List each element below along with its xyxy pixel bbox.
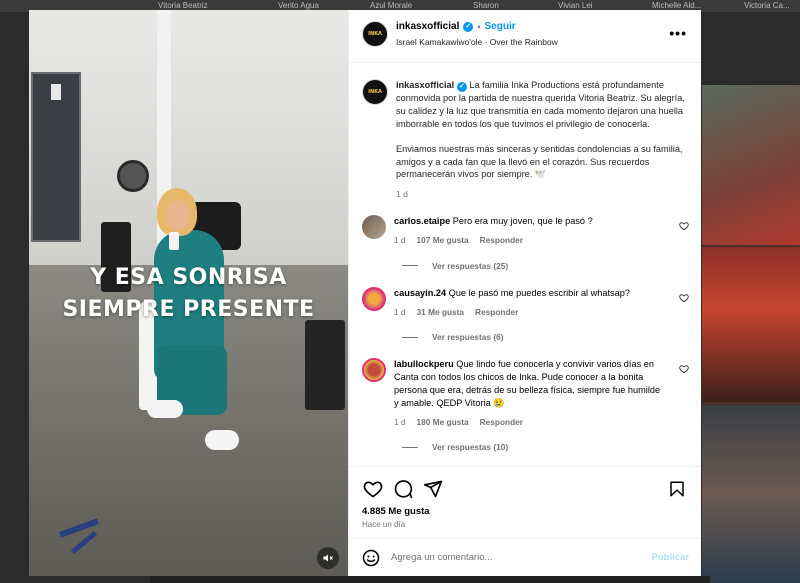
video-scene-phone — [169, 232, 179, 250]
comment-username[interactable]: labullockperu — [394, 359, 454, 369]
comment-likes[interactable]: 180 Me gusta — [417, 416, 469, 429]
replies-divider-line — [402, 446, 418, 448]
audio-artist: Israel Kamakawiwo'ole — [396, 37, 483, 47]
paper-plane-icon — [423, 480, 443, 498]
video-scene-shoe — [205, 430, 239, 450]
post-header: INKA inkasxofficial ✓ • Seguir Israel Ka… — [349, 10, 701, 63]
comment: carlos.etaipe Pero era muy joven, que le… — [362, 215, 689, 247]
comment-input[interactable] — [391, 552, 652, 563]
mute-button[interactable] — [317, 547, 339, 569]
brand-logo: INKA — [368, 89, 382, 95]
post-timestamp[interactable]: Hace un día — [349, 520, 701, 529]
post-actions-bar: 4.885 Me gusta Hace un día Publicar — [349, 466, 701, 576]
comment-likes[interactable]: 31 Me gusta — [417, 306, 465, 319]
like-comment-heart-icon[interactable] — [679, 221, 689, 231]
share-button[interactable] — [421, 477, 445, 501]
reply-button[interactable]: Responder — [475, 306, 518, 319]
post-details-panel: INKA inkasxofficial ✓ • Seguir Israel Ka… — [348, 10, 701, 576]
video-overlay-text: Y ESA SONRISA — [90, 265, 287, 290]
view-replies-button[interactable]: Ver respuestas (6) — [402, 332, 689, 342]
comment-text: Pero era muy joven, que le pasó ? — [452, 216, 593, 227]
story-name[interactable]: Michelle Ald... — [652, 1, 701, 10]
post-modal: Y ESA SONRISA SIEMPRE PRESENTE INKA inka… — [29, 10, 701, 576]
story-name[interactable]: Victoria Ca... — [744, 1, 790, 10]
feed-thumbnail[interactable] — [702, 247, 800, 402]
caption-username[interactable]: inkasxofficial — [396, 80, 454, 90]
reply-button[interactable]: Responder — [480, 234, 523, 247]
video-scene-door — [31, 72, 81, 242]
feed-thumbnail[interactable] — [702, 85, 800, 245]
follow-button[interactable]: Seguir — [485, 21, 516, 33]
likes-count[interactable]: 4.885 Me gusta — [349, 506, 701, 517]
speaker-muted-icon — [323, 554, 333, 562]
caption-text: Enviamos nuestras más sinceras y sentida… — [396, 143, 683, 180]
story-name[interactable]: Sharon — [473, 1, 499, 10]
verified-badge-icon: ✓ — [463, 22, 474, 32]
post-caption: INKA inkasxofficial ✓ La familia Inka Pr… — [362, 79, 689, 199]
view-replies-label: Ver respuestas (25) — [432, 260, 509, 271]
comment-username[interactable]: carlos.etaipe — [394, 216, 450, 226]
audio-title: Over the Rainbow — [489, 37, 558, 47]
post-video[interactable]: Y ESA SONRISA SIEMPRE PRESENTE — [29, 10, 348, 576]
brand-logo: INKA — [368, 31, 382, 37]
view-replies-label: Ver respuestas (6) — [432, 332, 504, 343]
caption-time[interactable]: 1 d — [396, 189, 689, 199]
reply-button[interactable]: Responder — [480, 416, 523, 429]
bookmark-icon — [670, 481, 684, 497]
avatar[interactable]: INKA — [362, 21, 388, 47]
save-button[interactable] — [665, 477, 689, 501]
add-comment-bar: Publicar — [349, 538, 701, 576]
view-replies-button[interactable]: Ver respuestas (10) — [402, 442, 689, 452]
comment-time[interactable]: 1 d — [394, 306, 406, 319]
like-comment-heart-icon[interactable] — [679, 293, 689, 303]
feed-thumbnails-bottom — [150, 576, 710, 583]
view-replies-button[interactable]: Ver respuestas (25) — [402, 261, 689, 271]
feed-thumbnails-right — [702, 85, 800, 583]
comment-bubble-icon — [394, 480, 413, 499]
separator: • — [477, 22, 481, 32]
comment-likes[interactable]: 107 Me gusta — [417, 234, 469, 247]
story-name[interactable]: Vitoria Beatriz — [158, 1, 208, 10]
video-scene-case — [305, 320, 345, 410]
heart-icon — [363, 481, 383, 498]
comment-username[interactable]: causayin.24 — [394, 288, 446, 298]
story-name[interactable]: Verito Agua — [278, 1, 319, 10]
avatar[interactable] — [362, 286, 386, 311]
story-name[interactable]: Vivian Lei — [558, 1, 593, 10]
smiley-face-icon — [362, 549, 380, 566]
like-button[interactable] — [361, 477, 385, 501]
more-options-button[interactable]: ••• — [669, 25, 687, 41]
comment: labullockperu Que lindo fue conocerla y … — [362, 358, 689, 428]
like-comment-heart-icon[interactable] — [679, 364, 689, 374]
comment-button[interactable] — [391, 477, 415, 501]
comment: causayin.24 Que le pasó me puedes escrib… — [362, 286, 689, 319]
username-link[interactable]: inkasxofficial — [396, 21, 459, 33]
replies-divider-line — [402, 265, 418, 267]
avatar[interactable] — [362, 358, 386, 383]
comment-time[interactable]: 1 d — [394, 416, 406, 429]
video-scene-fan — [117, 160, 149, 192]
publish-button[interactable]: Publicar — [652, 552, 690, 563]
video-scene-shoe — [147, 400, 183, 418]
view-replies-label: Ver respuestas (10) — [432, 442, 509, 453]
replies-divider-line — [402, 336, 418, 338]
feed-thumbnail[interactable] — [702, 405, 800, 583]
video-scene-person-face — [166, 200, 190, 230]
verified-badge-icon: ✓ — [456, 82, 467, 93]
audio-track-link[interactable]: Israel Kamakawiwo'ole · Over the Rainbow — [396, 36, 558, 48]
audio-separator: · — [484, 37, 488, 47]
video-overlay-text: SIEMPRE PRESENTE — [62, 297, 315, 322]
avatar[interactable]: INKA — [362, 79, 388, 105]
comments-section[interactable]: INKA inkasxofficial ✓ La familia Inka Pr… — [349, 63, 701, 466]
comment-text: Que le pasó me puedes escribir al whatsa… — [448, 287, 630, 298]
emoji-button[interactable] — [361, 548, 381, 568]
comment-time[interactable]: 1 d — [394, 234, 406, 247]
story-name[interactable]: Azul Morale — [370, 1, 412, 10]
avatar[interactable] — [362, 215, 386, 240]
